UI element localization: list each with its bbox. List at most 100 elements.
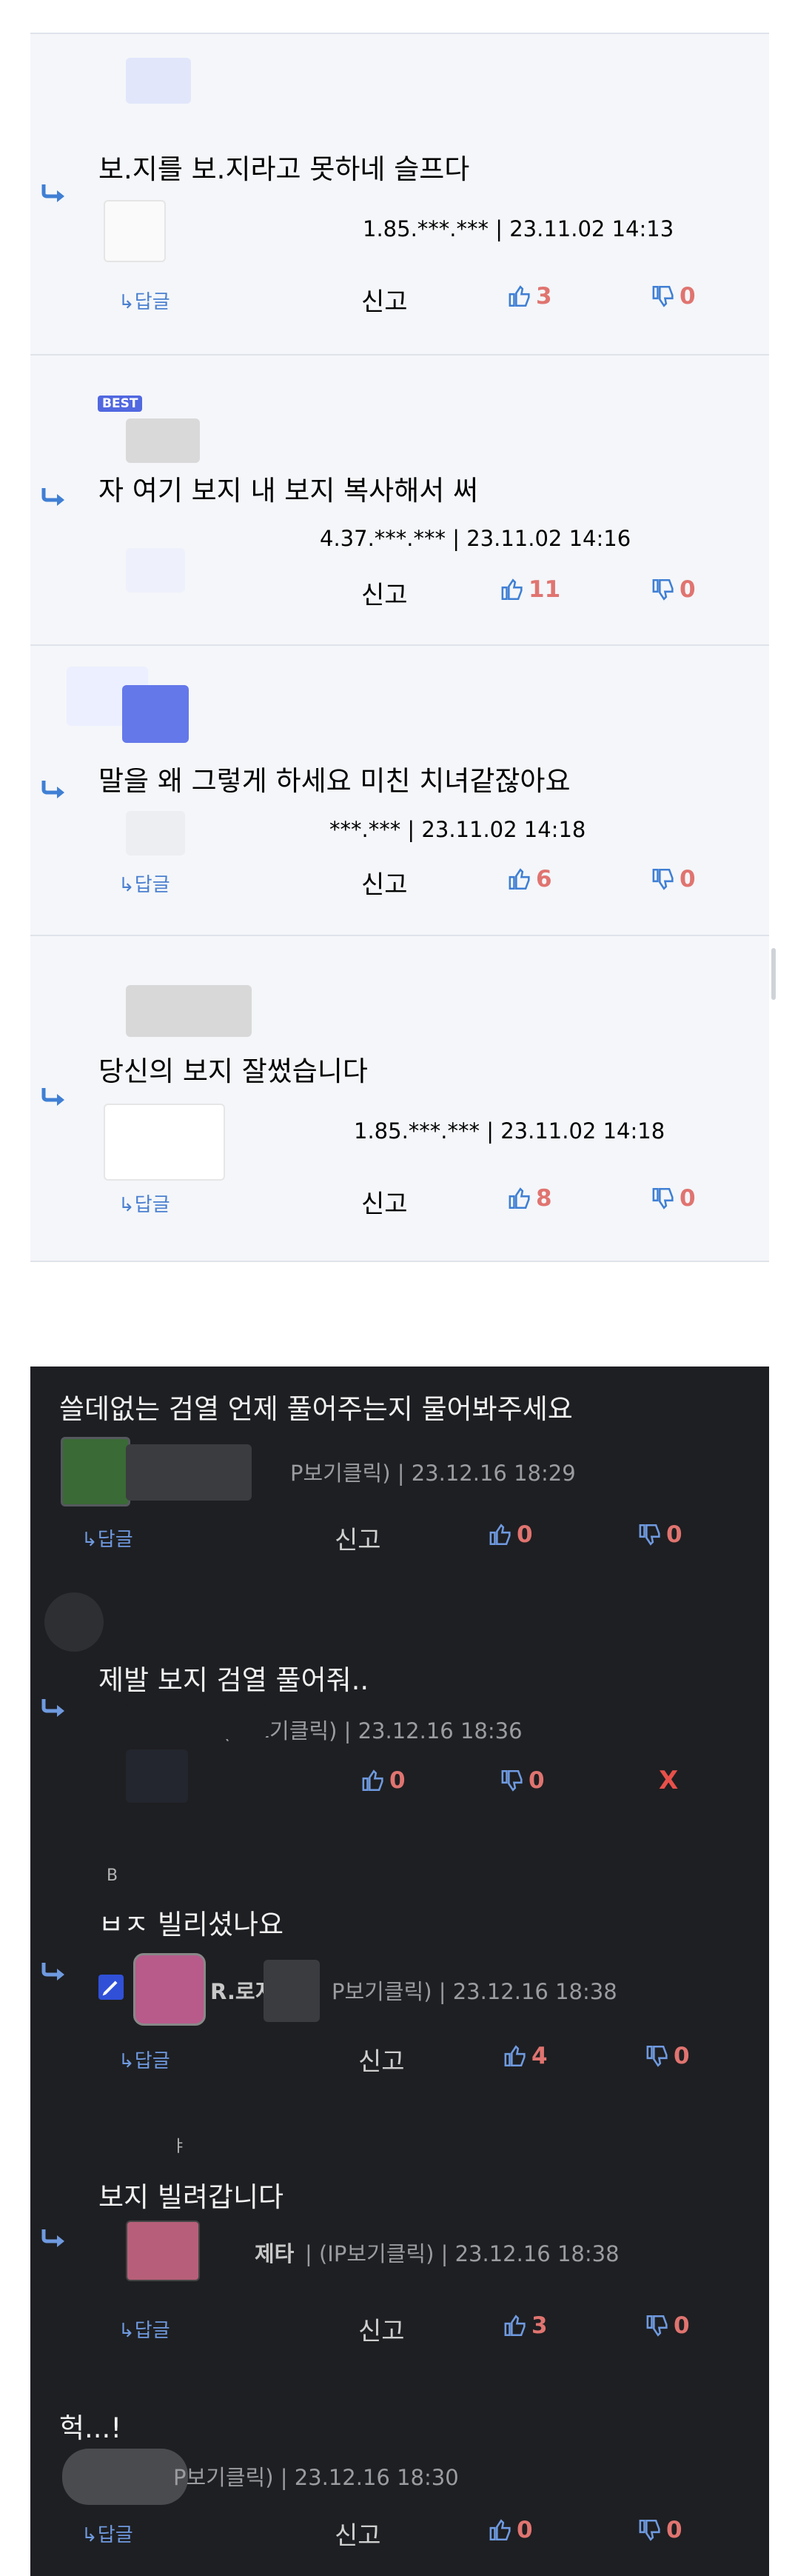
upvote-count: 4	[531, 2043, 548, 2069]
downvote-button[interactable]: 0	[638, 2517, 682, 2543]
avatar	[133, 1953, 206, 2026]
thumbs-down-icon	[646, 2315, 668, 2337]
delete-button[interactable]: X	[659, 1766, 678, 1795]
report-button[interactable]: 신고	[335, 1520, 381, 1556]
upvote-button[interactable]: 11	[500, 576, 560, 603]
thumbs-down-icon	[652, 578, 674, 601]
best-badge: BEST	[98, 396, 143, 412]
reply-arrow-icon	[41, 184, 64, 202]
thumbs-up-icon	[509, 868, 530, 890]
reply-button[interactable]: ↳답글	[118, 870, 170, 897]
downvote-button[interactable]: 0	[651, 576, 696, 603]
upvote-button[interactable]: 0	[489, 1521, 533, 1548]
comment-text: 당신의 보지 잘썼습니다	[98, 1055, 368, 1087]
upvote-button[interactable]: 8	[508, 1185, 552, 1212]
comment-meta: 1.85.***.*** | 23.11.02 14:18	[354, 1118, 665, 1144]
blurred-nickname	[62, 2449, 188, 2505]
comment-meta: (IP보기클릭) | 23.12.16 18:36	[222, 1718, 523, 1744]
thumbs-up-icon	[501, 578, 523, 601]
downvote-button[interactable]: 0	[651, 866, 696, 892]
reply-button[interactable]: ↳답글	[118, 287, 170, 314]
editor-badge	[98, 1975, 124, 2000]
upvote-count: 11	[529, 576, 561, 603]
reply-arrow-icon	[41, 1963, 64, 1981]
thumbs-down-icon	[652, 285, 674, 307]
thumbs-down-icon	[646, 2045, 668, 2067]
divider	[30, 935, 769, 936]
comment-text: 보.지를 보.지라고 못하네 슬프다	[98, 153, 470, 185]
reply-button[interactable]: ↳답글	[118, 2046, 170, 2073]
nickname: 제타	[255, 2241, 295, 2266]
upvote-count: 3	[531, 2312, 548, 2339]
downvote-count: 0	[680, 866, 696, 892]
thumbs-down-icon	[652, 868, 674, 890]
thumbs-up-icon	[509, 1187, 530, 1209]
comment-text: 자 여기 보지 내 보지 복사해서 써	[98, 475, 479, 507]
upvote-button[interactable]: 0	[361, 1767, 406, 1794]
comment-meta: 4.37.***.*** | 23.11.02 14:16	[320, 526, 631, 551]
thumbs-down-icon	[501, 1769, 523, 1792]
blurred-nickname	[126, 418, 200, 463]
reply-arrow-icon	[41, 781, 64, 798]
report-button[interactable]: 신고	[361, 1184, 408, 1220]
avatar	[104, 1104, 225, 1181]
upvote-count: 8	[536, 1185, 552, 1212]
comment-text: 쓸데없는 검열 언제 풀어주는지 물어봐주세요	[59, 1393, 573, 1425]
divider	[30, 644, 769, 646]
comment-text: 제발 보지 검열 풀어줘..	[98, 1664, 369, 1696]
thumbs-down-icon	[639, 2519, 660, 2541]
downvote-button[interactable]: 0	[638, 1521, 682, 1548]
blurred-nickname	[126, 58, 191, 104]
avatar	[126, 811, 185, 855]
blurred-nickname	[126, 985, 252, 1037]
report-button[interactable]: 신고	[335, 2515, 381, 2552]
divider	[30, 33, 769, 34]
reply-button[interactable]: ↳답글	[81, 1524, 133, 1552]
scrollbar-thumb[interactable]	[771, 948, 776, 1000]
downvote-count: 0	[680, 283, 696, 310]
downvote-button[interactable]: 0	[651, 283, 696, 310]
downvote-count: 0	[674, 2043, 690, 2069]
downvote-count: 0	[680, 576, 696, 603]
thumbs-up-icon	[362, 1769, 383, 1792]
downvote-count: 0	[674, 2312, 690, 2339]
downvote-count: 0	[529, 1767, 545, 1794]
pencil-icon	[102, 1981, 118, 1996]
reply-button[interactable]: ↳답글	[118, 2315, 170, 2343]
upvote-button[interactable]: 3	[508, 283, 552, 310]
blurred-nickname	[126, 1444, 252, 1501]
blurred-nickname	[264, 1960, 320, 2022]
upvote-button[interactable]: 3	[503, 2312, 548, 2339]
blurred-nickname	[126, 1704, 266, 1739]
downvote-button[interactable]: 0	[651, 1185, 696, 1212]
downvote-button[interactable]: 0	[500, 1767, 545, 1794]
thumbs-down-icon	[639, 1524, 660, 1546]
report-button[interactable]: 신고	[361, 281, 408, 318]
thumbs-up-icon	[504, 2315, 526, 2337]
reply-arrow-icon	[41, 2229, 64, 2247]
comment-text: ㅂㅈ 빌리셨나요	[98, 1909, 284, 1941]
report-button[interactable]: 신고	[358, 2311, 405, 2347]
downvote-count: 0	[680, 1185, 696, 1212]
report-button[interactable]: 신고	[358, 2041, 405, 2078]
upvote-button[interactable]: 0	[489, 2517, 533, 2543]
downvote-button[interactable]: 0	[645, 2043, 690, 2069]
comment-meta: 1.85.***.*** | 23.11.02 14:13	[363, 216, 674, 241]
reply-button[interactable]: ↳답글	[81, 2520, 133, 2547]
comment-meta: P보기클릭) | 23.12.16 18:38	[332, 1979, 617, 2004]
report-button[interactable]: 신고	[361, 864, 408, 901]
comment-meta: ***.*** | 23.11.02 14:18	[329, 817, 586, 842]
reply-arrow-icon	[41, 1088, 64, 1106]
nickname-fragment: ㅑ	[172, 2138, 187, 2156]
reply-button[interactable]: ↳답글	[118, 1189, 170, 1217]
upvote-button[interactable]: 6	[508, 866, 552, 892]
comment-meta: P보기클릭) | 23.12.16 18:30	[173, 2465, 459, 2490]
comment-text: 헉...!	[59, 2412, 122, 2444]
blurred-nickname	[122, 685, 189, 743]
divider	[30, 1261, 769, 1262]
downvote-button[interactable]: 0	[645, 2312, 690, 2339]
thumbs-up-icon	[489, 2519, 511, 2541]
upvote-button[interactable]: 4	[503, 2043, 548, 2069]
upvote-count: 0	[517, 2517, 533, 2543]
report-button[interactable]: 신고	[361, 575, 408, 611]
